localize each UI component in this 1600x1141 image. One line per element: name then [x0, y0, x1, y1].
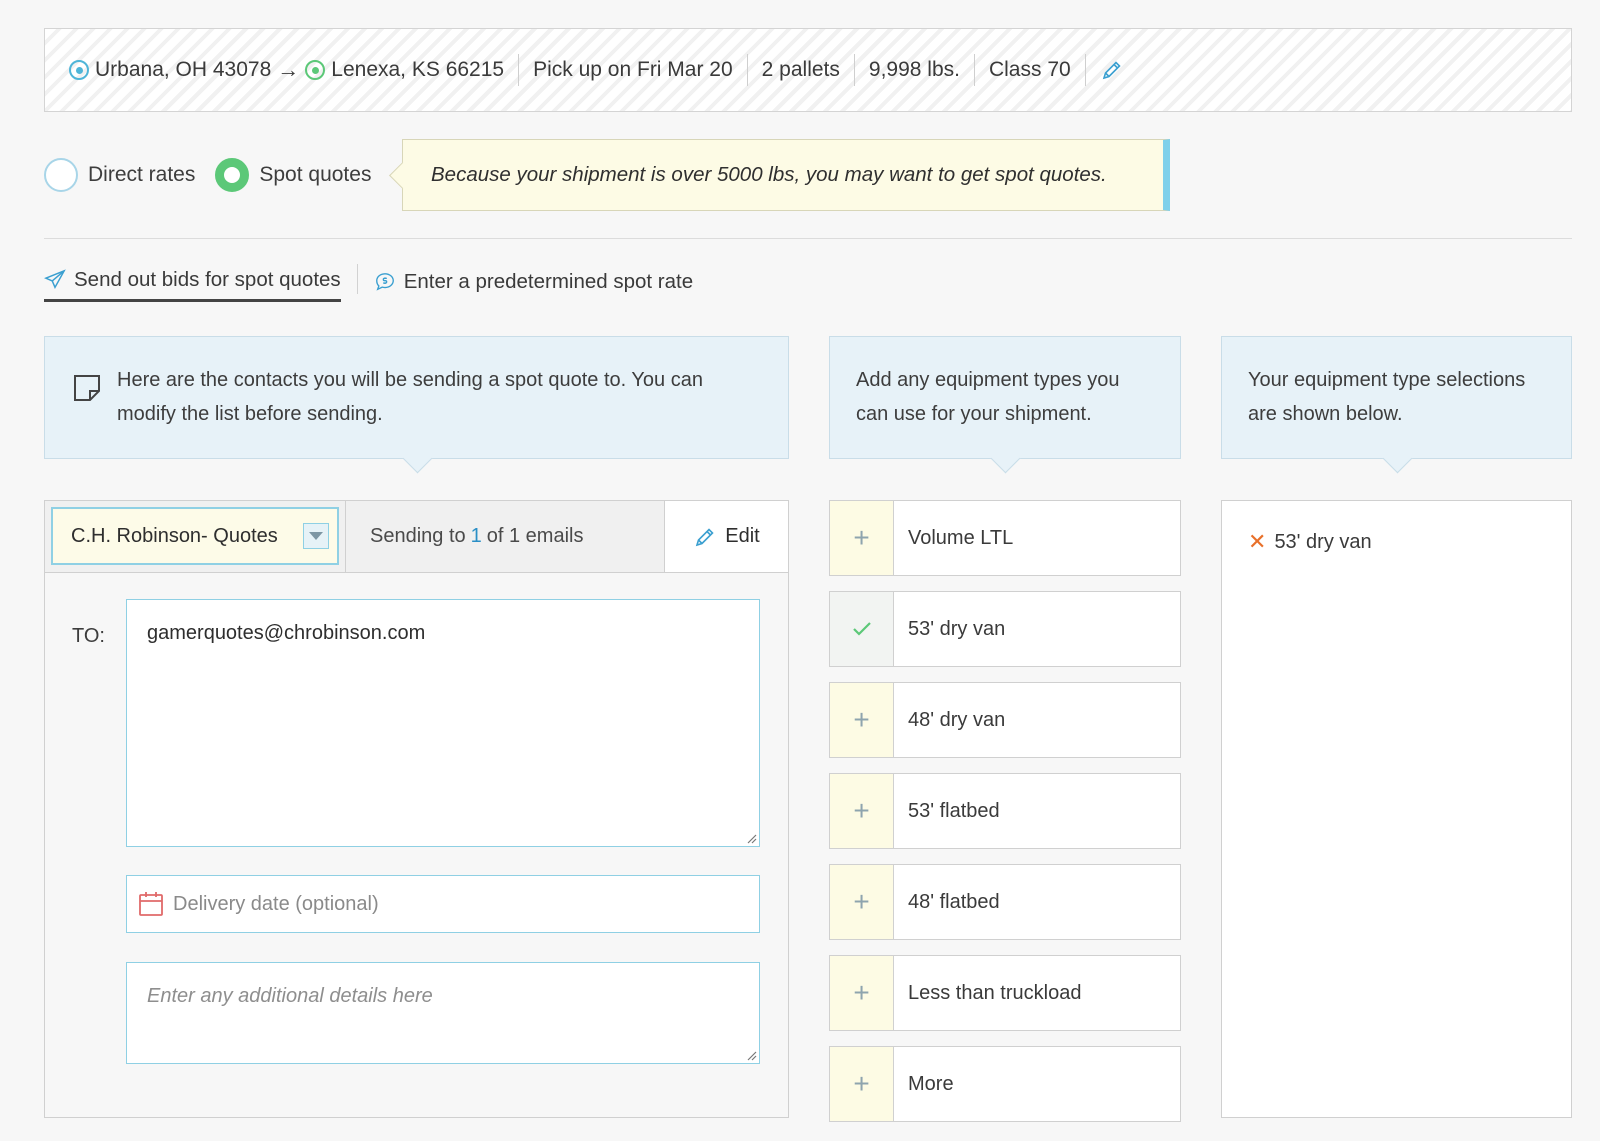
sending-status: Sending to 1 of 1 emails: [345, 501, 664, 572]
resize-handle-icon[interactable]: [745, 1049, 757, 1061]
calendar-icon: [139, 892, 163, 916]
equipment-item-48-flatbed[interactable]: + 48' flatbed: [829, 864, 1181, 940]
freight-class: Class 70: [975, 54, 1086, 86]
shipment-summary-bar: Urbana, OH 43078 → Lenexa, KS 66215 Pick…: [44, 28, 1572, 112]
sending-count: 1: [470, 525, 482, 547]
destination-location: Lenexa, KS 66215: [331, 58, 505, 81]
origin-marker-icon: [69, 60, 89, 80]
selected-equipment-label: 53' dry van: [1274, 530, 1372, 553]
equipment-type-list: + Volume LTL 53' dry van + 48' dry van +…: [829, 500, 1181, 1137]
edit-contacts-label: Edit: [725, 525, 760, 547]
pallet-count: 2 pallets: [748, 54, 855, 86]
tip-text: Because your shipment is over 5000 lbs, …: [431, 163, 1107, 186]
contacts-info-box: Here are the contacts you will be sendin…: [44, 336, 789, 459]
to-email-field[interactable]: gamerquotes@chrobinson.com: [126, 599, 760, 847]
dollar-chat-icon: [375, 273, 394, 291]
sending-suffix: of 1 emails: [486, 525, 584, 547]
plus-icon[interactable]: +: [830, 683, 894, 757]
shipment-weight: 9,998 lbs.: [855, 54, 975, 86]
remove-x-icon[interactable]: ✕: [1248, 529, 1266, 555]
pencil-icon: [1102, 61, 1121, 80]
section-divider: [44, 238, 1572, 239]
direct-rates-radio[interactable]: Direct rates: [44, 158, 195, 192]
tab-predetermined-rate-label: Enter a predetermined spot rate: [403, 270, 694, 293]
equipment-label: 48' dry van: [908, 708, 1006, 731]
equipment-label: Less than truckload: [908, 981, 1082, 1004]
to-label: TO:: [72, 625, 105, 647]
spot-quotes-label: Spot quotes: [259, 163, 372, 186]
pickup-date: Pick up on Fri Mar 20: [519, 54, 748, 86]
resize-handle-icon[interactable]: [745, 832, 757, 844]
destination-marker-icon: [305, 60, 326, 80]
arrow-right-icon: →: [277, 57, 300, 82]
origin-location: Urbana, OH 43078: [95, 58, 272, 81]
contacts-header: C.H. Robinson- Quotes Sending to 1 of 1 …: [45, 501, 788, 573]
equipment-item-more[interactable]: + More: [829, 1046, 1181, 1122]
carrier-select[interactable]: C.H. Robinson- Quotes: [51, 507, 339, 565]
equipment-item-less-than-truckload[interactable]: + Less than truckload: [829, 955, 1181, 1031]
chevron-down-icon: [303, 523, 329, 549]
additional-details-placeholder: Enter any additional details here: [147, 985, 433, 1007]
additional-details-field[interactable]: Enter any additional details here: [126, 962, 760, 1064]
carrier-select-value: C.H. Robinson- Quotes: [71, 524, 278, 547]
equipment-label: 53' flatbed: [908, 799, 1000, 822]
selected-equipment-item: ✕ 53' dry van: [1248, 529, 1545, 555]
sending-prefix: Sending to: [370, 525, 466, 547]
equipment-item-48-dry-van[interactable]: + 48' dry van: [829, 682, 1181, 758]
paper-plane-icon: [44, 268, 66, 289]
contacts-panel: C.H. Robinson- Quotes Sending to 1 of 1 …: [44, 500, 789, 1118]
to-email-value: gamerquotes@chrobinson.com: [147, 622, 426, 644]
radio-checked-icon: [215, 158, 250, 192]
route-segment: Urbana, OH 43078 → Lenexa, KS 66215: [69, 54, 520, 86]
check-icon[interactable]: [830, 592, 894, 666]
plus-icon[interactable]: +: [830, 956, 894, 1030]
contacts-info-text: Here are the contacts you will be sendin…: [117, 369, 703, 425]
equipment-selections-panel: ✕ 53' dry van: [1221, 500, 1572, 1118]
tab-send-bids[interactable]: Send out bids for spot quotes: [44, 262, 341, 302]
edit-contacts-button[interactable]: Edit: [664, 501, 788, 572]
plus-icon[interactable]: +: [830, 501, 894, 575]
equipment-item-53-flatbed[interactable]: + 53' flatbed: [829, 773, 1181, 849]
spot-quotes-radio[interactable]: Spot quotes: [215, 158, 371, 192]
equipment-label: Volume LTL: [908, 526, 1014, 549]
tab-send-bids-label: Send out bids for spot quotes: [74, 267, 341, 291]
equipment-item-volume-ltl[interactable]: + Volume LTL: [829, 500, 1181, 576]
direct-rates-label: Direct rates: [88, 163, 196, 186]
edit-shipment-button[interactable]: [1100, 58, 1124, 82]
selections-info-box: Your equipment type selections are shown…: [1221, 336, 1572, 459]
selections-info-text: Your equipment type selections are shown…: [1248, 369, 1526, 425]
delivery-date-placeholder: Delivery date (optional): [173, 892, 379, 915]
spot-quote-tip: Because your shipment is over 5000 lbs, …: [402, 139, 1170, 211]
tab-separator: [356, 264, 358, 294]
plus-icon[interactable]: +: [830, 774, 894, 848]
equipment-label: 53' dry van: [908, 617, 1006, 640]
equipment-item-53-dry-van[interactable]: 53' dry van: [829, 591, 1181, 667]
rate-type-options: Direct rates Spot quotes: [44, 139, 391, 211]
equipment-info-box: Add any equipment types you can use for …: [829, 336, 1181, 459]
pencil-icon: [696, 527, 714, 546]
tab-predetermined-rate[interactable]: Enter a predetermined spot rate: [374, 262, 693, 302]
delivery-date-field[interactable]: Delivery date (optional): [126, 875, 760, 933]
note-icon: [74, 375, 100, 401]
plus-icon[interactable]: +: [830, 1047, 894, 1121]
spot-quote-tabs: Send out bids for spot quotes Enter a pr…: [44, 262, 693, 306]
equipment-info-text: Add any equipment types you can use for …: [856, 369, 1120, 425]
plus-icon[interactable]: +: [830, 865, 894, 939]
radio-unchecked-icon: [44, 158, 78, 192]
equipment-label: More: [908, 1072, 954, 1095]
equipment-label: 48' flatbed: [908, 890, 1000, 913]
